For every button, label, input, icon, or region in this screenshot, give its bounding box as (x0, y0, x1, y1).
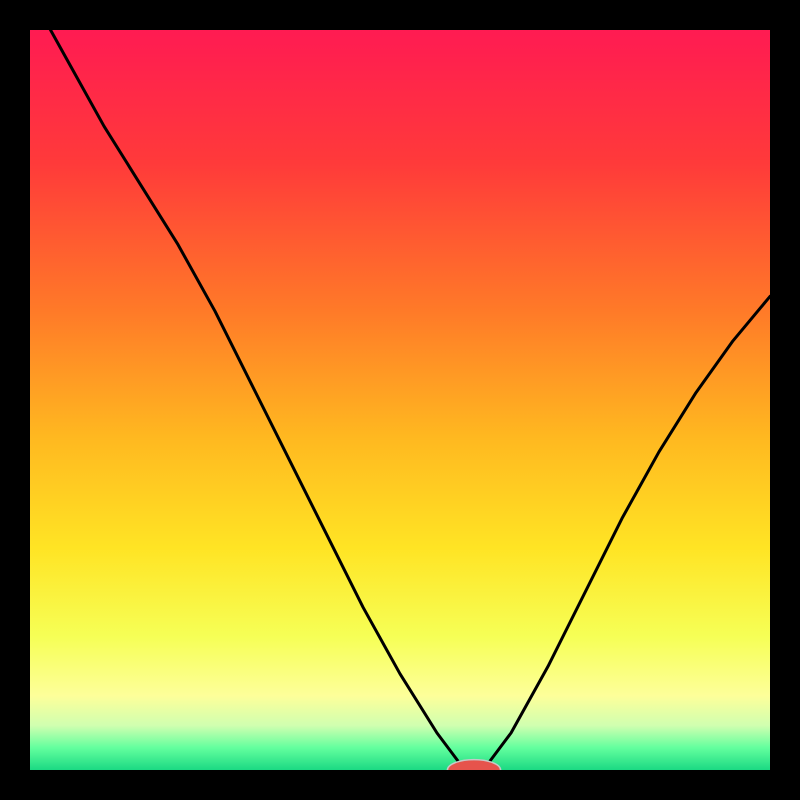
frame-border-right (770, 0, 800, 800)
plot-area (30, 30, 770, 770)
frame-border-left (0, 0, 30, 800)
frame-border-top (0, 0, 800, 30)
chart-svg (30, 30, 770, 770)
chart-frame: TheBottleneck.com (0, 0, 800, 800)
gradient-background (30, 30, 770, 770)
frame-border-bottom (0, 770, 800, 800)
